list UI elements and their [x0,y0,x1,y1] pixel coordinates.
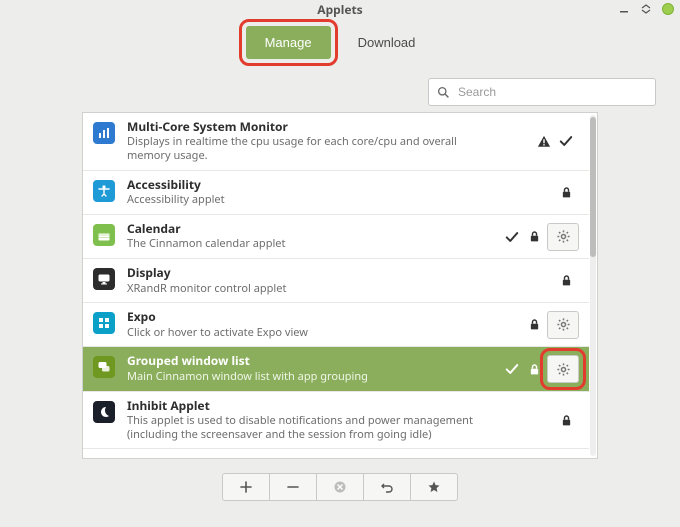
applet-row-expo[interactable]: Expo Click or hover to activate Expo view [83,303,589,347]
applet-row-multicore[interactable]: Multi-Core System MonitorDisplays in rea… [83,113,589,171]
applet-title: Expo [127,310,519,324]
lock-icon [527,230,541,244]
applet-row-accessibility[interactable]: AccessibilityAccessibility applet [83,171,589,215]
applet-title: Display [127,266,551,280]
applet-texts: Expo Click or hover to activate Expo view [127,310,519,339]
add-button[interactable] [222,473,270,501]
toolbar [0,473,680,501]
applet-description: Displays in realtime the cpu usage for e… [127,135,497,163]
search-input[interactable] [456,84,647,100]
applet-description: Click or hover to activate Expo view [127,326,497,340]
applet-texts: Grouped window list Main Cinnamon window … [127,354,497,383]
lock-icon [559,413,573,427]
applet-title: Accessibility [127,178,551,192]
check-icon [559,134,573,148]
accessibility-icon [93,180,115,202]
tab-download[interactable]: Download [339,26,435,59]
applet-status [559,185,573,199]
window-controls [618,0,674,18]
settings-button[interactable] [547,355,579,383]
applet-description: Accessibility applet [127,193,497,207]
settings-button[interactable] [547,223,579,251]
applet-list-scroll: Multi-Core System MonitorDisplays in rea… [83,113,589,458]
chat-icon [93,356,115,378]
window-title: Applets [317,1,362,18]
applet-texts: CalendarThe Cinnamon calendar applet [127,222,497,251]
remove-button[interactable] [269,473,317,501]
applet-row-display[interactable]: Display XRandR monitor control applet [83,259,589,303]
check-icon [505,362,519,376]
scrollbar-thumb[interactable] [590,117,596,257]
applet-status [559,413,573,427]
check-icon [505,230,519,244]
chart-icon [93,122,115,144]
lock-icon [559,185,573,199]
tab-manage[interactable]: Manage [246,26,331,59]
applet-row-inhibit[interactable]: Inhibit AppletThis applet is used to dis… [83,392,589,450]
settings-button[interactable] [547,311,579,339]
lock-icon [527,318,541,332]
applet-row-calendar[interactable]: CalendarThe Cinnamon calendar applet [83,215,589,259]
applet-title: Multi-Core System Monitor [127,120,529,134]
applet-description: Main Cinnamon window list with app group… [127,370,497,384]
lock-icon [559,274,573,288]
applet-status [505,362,541,376]
applet-title: Keyboard [127,456,529,458]
star-button[interactable] [410,473,458,501]
lock-icon [527,362,541,376]
applet-title: Calendar [127,222,497,236]
applet-row-grouped[interactable]: Grouped window list Main Cinnamon window … [83,347,589,391]
calendar-icon [93,224,115,246]
applet-status [505,230,541,244]
applet-status [537,134,573,148]
applet-description: This applet is used to disable notificat… [127,414,497,442]
applet-row-keyboard[interactable]: KeyboardKeyboard layout [83,449,589,458]
applet-title: Inhibit Applet [127,399,551,413]
search-icon [437,86,450,99]
minimize-button[interactable] [618,3,630,15]
scrollbar[interactable] [590,115,596,456]
titlebar: Applets [0,0,680,18]
disable-button[interactable] [316,473,364,501]
applet-status [559,274,573,288]
warning-icon [537,134,551,148]
maximize-button[interactable] [640,3,652,15]
tabs: Manage Download [0,18,680,79]
applet-texts: Multi-Core System MonitorDisplays in rea… [127,120,529,163]
grid-icon [93,312,115,334]
applet-title: Grouped window list [127,354,497,368]
applet-texts: Inhibit AppletThis applet is used to dis… [127,399,551,442]
moon-icon [93,401,115,423]
applet-texts: Display XRandR monitor control applet [127,266,551,295]
display-icon [93,268,115,290]
applet-texts: KeyboardKeyboard layout [127,456,529,458]
search-bar[interactable] [428,78,656,106]
close-button[interactable] [662,3,674,15]
applet-status [527,318,541,332]
applet-description: XRandR monitor control applet [127,282,497,296]
applet-list: Multi-Core System MonitorDisplays in rea… [82,112,598,459]
applet-texts: AccessibilityAccessibility applet [127,178,551,207]
applet-description: The Cinnamon calendar applet [127,237,497,251]
undo-button[interactable] [363,473,411,501]
